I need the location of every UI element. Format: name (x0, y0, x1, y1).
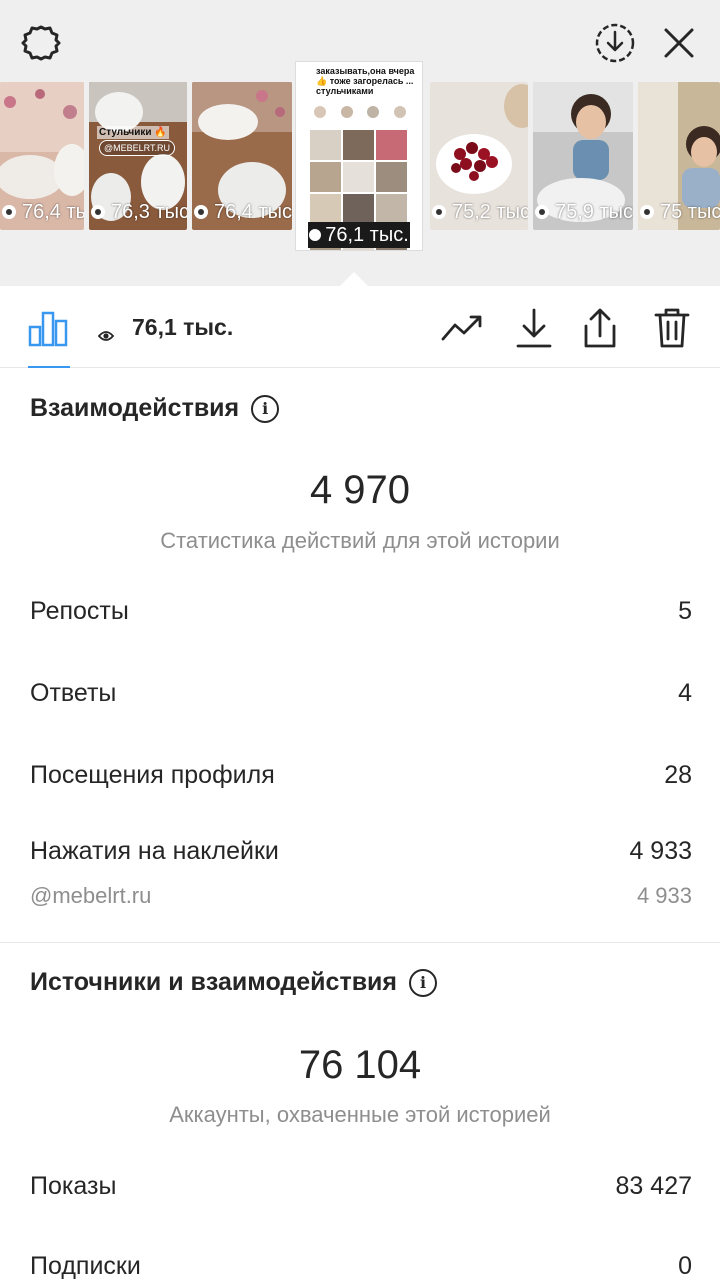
interactions-subtitle: Статистика действий для этой истории (160, 528, 560, 553)
story-thumbnail[interactable]: 76,4 тыс. (0, 82, 84, 230)
stat-row-follows: Подписки 0 (30, 1252, 692, 1280)
stat-row-replies: Ответы 4 (30, 679, 692, 708)
interactions-total: 4 970 (309, 468, 411, 512)
stat-label: Подписки (30, 1252, 141, 1280)
eye-icon (309, 229, 322, 241)
reach-total: 76 104 (298, 1043, 422, 1087)
share-icon[interactable] (578, 306, 622, 350)
trending-icon[interactable] (440, 306, 484, 350)
eye-icon (91, 205, 105, 219)
story-thumbnail[interactable]: 75,9 тыс. (533, 82, 633, 230)
eye-icon (640, 205, 654, 219)
insights-toolbar: 76,1 тыс. (0, 286, 720, 368)
close-icon[interactable] (656, 20, 702, 66)
download-circle-icon[interactable] (592, 20, 638, 66)
download-icon[interactable] (512, 306, 556, 350)
story-preview-area: 76,4 тыс. Стульчики 🔥 @MEBELRT.RU 76,3 т… (0, 0, 720, 286)
selection-pointer (340, 272, 368, 286)
eye-icon (432, 205, 446, 219)
stat-row-impressions: Показы 83 427 (30, 1172, 692, 1201)
selected-story-views: 76,1 тыс. (308, 222, 410, 248)
thumbnail-views: 76,4 тыс. (22, 200, 84, 223)
story-thumbnail[interactable]: 76,4 тыс. (192, 82, 292, 230)
stat-value: 4 (678, 679, 692, 707)
stat-value: 4 933 (636, 883, 692, 908)
sticker-label: Стульчики 🔥 (97, 126, 169, 139)
info-icon[interactable]: i (409, 968, 438, 997)
thumbnail-views: 75 тыс. (660, 200, 720, 223)
mention-sticker: @MEBELRT.RU (99, 140, 175, 156)
stat-label: Посещения профиля (30, 761, 275, 789)
thumbnail-views: 76,3 тыс. (111, 200, 187, 223)
selected-story-thumbnail[interactable]: заказывать,она вчера 👍 тоже загорелась .… (296, 62, 422, 250)
interactions-heading: Взаимодействия i (30, 394, 280, 423)
discovery-heading: Источники и взаимодействия i (30, 968, 438, 997)
section-divider (0, 942, 720, 943)
stat-value: 4 933 (629, 837, 692, 865)
eye-icon (2, 205, 16, 219)
views-count: 76,1 тыс. (97, 312, 234, 342)
stat-row-profile-visits: Посещения профиля 28 (30, 761, 692, 790)
info-icon[interactable]: i (251, 394, 280, 423)
bar-chart-icon[interactable] (26, 306, 70, 350)
story-thumbnail[interactable]: 75,2 тыс. (430, 82, 528, 230)
views-value: 76,1 тыс. (132, 313, 234, 340)
stat-row-sticker-taps: Нажатия на наклейки 4 933 (30, 837, 692, 866)
thumbnail-views: 76,4 тыс. (214, 200, 292, 223)
discovery-title: Источники и взаимодействия (30, 968, 398, 996)
story-thumbnail[interactable]: 75 тыс. (638, 82, 720, 230)
interactions-title: Взаимодействия (30, 394, 240, 422)
thumbnail-views: 75,2 тыс. (452, 200, 528, 223)
stat-value: 0 (678, 1252, 692, 1280)
settings-gear-icon[interactable] (18, 20, 64, 66)
stat-value: 83 427 (615, 1172, 692, 1200)
eye-icon (194, 205, 208, 219)
stat-label: Ответы (30, 679, 117, 707)
stat-label: Показы (30, 1172, 117, 1200)
stat-label: Репосты (30, 597, 129, 625)
story-profile-icons (314, 106, 406, 122)
stat-value: 5 (678, 597, 692, 625)
active-tab-indicator (28, 366, 70, 368)
stat-label: @mebelrt.ru (30, 883, 152, 908)
reach-subtitle: Аккаунты, охваченные этой историей (169, 1102, 551, 1127)
trash-icon[interactable] (650, 306, 694, 350)
stat-row-sticker-mention: @mebelrt.ru 4 933 (30, 883, 692, 909)
selected-views-value: 76,1 тыс. (325, 223, 409, 246)
eye-icon (535, 205, 549, 219)
stat-label: Нажатия на наклейки (30, 837, 279, 865)
eye-icon (97, 321, 115, 341)
story-caption: заказывать,она вчера 👍 тоже загорелась .… (316, 66, 415, 96)
stat-row-reposts: Репосты 5 (30, 597, 692, 626)
stat-value: 28 (664, 761, 692, 789)
story-thumbnail[interactable]: Стульчики 🔥 @MEBELRT.RU 76,3 тыс. (89, 82, 187, 230)
thumbnail-views: 75,9 тыс. (555, 200, 633, 223)
